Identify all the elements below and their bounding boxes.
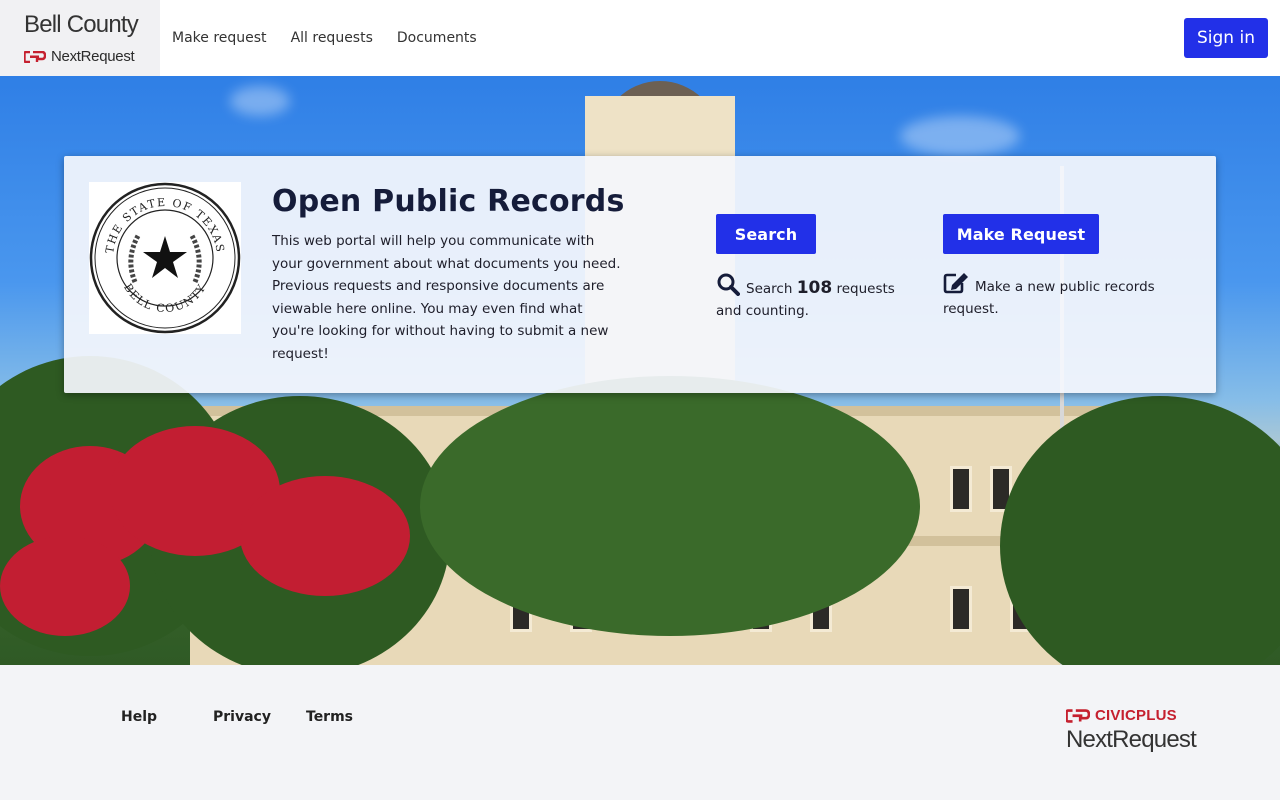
brand-name: Bell County [24,11,139,38]
sign-in-button[interactable]: Sign in [1184,18,1268,58]
window [950,466,972,512]
edit-icon [943,273,968,294]
site-footer: Help Privacy Terms CIVICPLUS NextRequest [0,665,1280,800]
footer-help-link[interactable]: Help [121,709,157,725]
search-prefix: Search [746,281,793,297]
county-seal: THE STATE OF TEXAS BELL COUNTY [89,182,241,334]
intro-description: This web portal will help you communicat… [272,233,621,362]
brand-sub-label: NextRequest [51,48,135,65]
footer-terms-link[interactable]: Terms [306,709,353,725]
civicplus-logo-icon [24,50,46,63]
window [950,586,972,632]
tree [420,376,920,636]
make-summary: Make a new public records request. [943,272,1173,320]
seal-image-icon: THE STATE OF TEXAS BELL COUNTY [89,182,241,334]
brand-sub: NextRequest [24,48,160,65]
request-count: 108 [796,278,833,298]
civicplus-label: CIVICPLUS [1095,707,1177,724]
civicplus-mark-icon [1066,708,1090,723]
crape-myrtle-blossoms [0,536,130,636]
main-nav: Make request All requests Documents [160,0,501,76]
cloud [230,86,290,116]
nav-documents[interactable]: Documents [397,30,477,46]
site-header: Bell County NextRequest Make request All… [0,0,1280,76]
footer-privacy-link[interactable]: Privacy [213,709,271,725]
page-title: Open Public Records [272,184,625,219]
intro-card: THE STATE OF TEXAS BELL COUNTY Open Publ… [64,156,1216,393]
nextrequest-label: NextRequest [1066,726,1197,753]
civicplus-logo[interactable]: CIVICPLUS NextRequest [1066,707,1197,754]
search-summary: Search 108 requests and counting. [716,272,916,322]
cloud [900,116,1020,156]
nav-make-request[interactable]: Make request [172,30,267,46]
make-request-button[interactable]: Make Request [943,214,1099,254]
search-icon [717,273,740,296]
brand-block[interactable]: Bell County NextRequest [0,0,160,76]
crape-myrtle-blossoms [240,476,410,596]
make-text: Make a new public records request. [943,279,1155,317]
civicplus-wordmark: CIVICPLUS [1066,707,1196,724]
search-button[interactable]: Search [716,214,816,254]
nav-all-requests[interactable]: All requests [291,30,373,46]
